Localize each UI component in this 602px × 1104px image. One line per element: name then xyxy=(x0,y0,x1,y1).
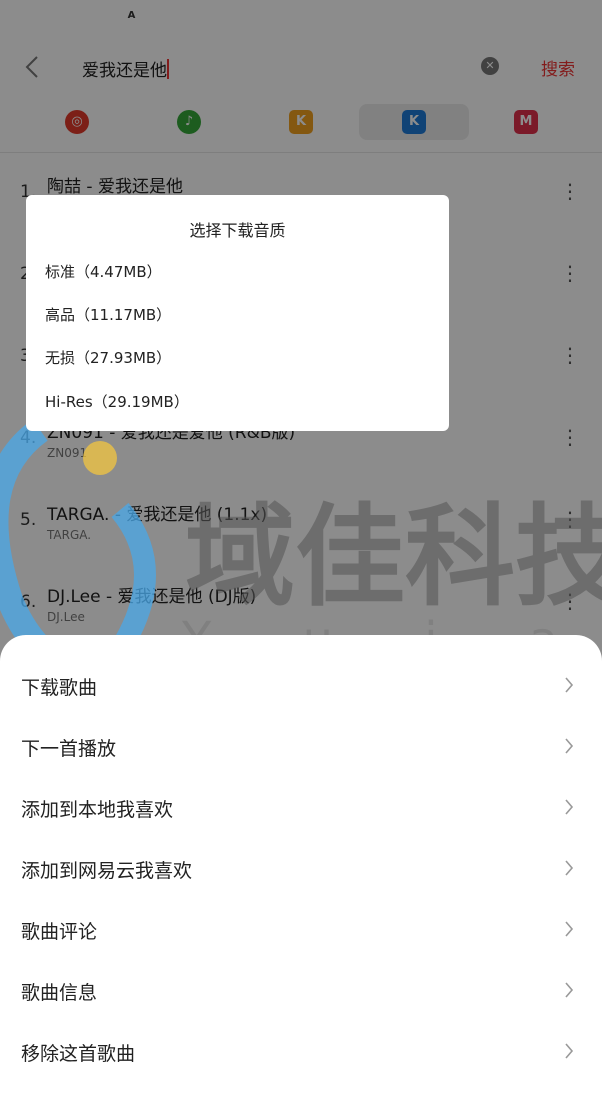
quality-option-lossless[interactable]: 无损（27.93MB） xyxy=(45,347,171,368)
quality-dialog-title: 选择下载音质 xyxy=(189,221,286,240)
quality-option-high[interactable]: 高品（11.17MB） xyxy=(45,304,171,325)
chevron-right-icon xyxy=(565,677,574,693)
sheet-item-add-netease-favorite[interactable]: 添加到网易云我喜欢 xyxy=(0,840,602,901)
quality-option-hires[interactable]: Hi-Res（29.19MB） xyxy=(45,391,189,412)
action-sheet: 下载歌曲 下一首播放 添加到本地我喜欢 添加到网易云我喜欢 歌曲评论 歌曲信息 … xyxy=(0,635,602,1104)
sheet-item-song-info[interactable]: 歌曲信息 xyxy=(0,962,602,1023)
chevron-right-icon xyxy=(565,982,574,998)
quality-dialog: 选择下载音质 标准（4.47MB） 高品（11.17MB） 无损（27.93MB… xyxy=(26,195,449,431)
chevron-right-icon xyxy=(565,921,574,937)
chevron-right-icon xyxy=(565,799,574,815)
chevron-right-icon xyxy=(565,738,574,754)
sheet-item-add-local-favorite[interactable]: 添加到本地我喜欢 xyxy=(0,779,602,840)
chevron-right-icon xyxy=(565,860,574,876)
quality-option-standard[interactable]: 标准（4.47MB） xyxy=(45,261,162,282)
chevron-right-icon xyxy=(565,1043,574,1059)
sheet-item-download[interactable]: 下载歌曲 xyxy=(0,657,602,718)
screen: 8:11 ⤓ A 爱我还是他 ✕ 搜索 ◎ ♪ K K M 1. 陶喆 - 爱我… xyxy=(0,0,602,1104)
sheet-item-comments[interactable]: 歌曲评论 xyxy=(0,901,602,962)
sheet-item-remove-song[interactable]: 移除这首歌曲 xyxy=(0,1023,602,1084)
sheet-item-play-next[interactable]: 下一首播放 xyxy=(0,718,602,779)
